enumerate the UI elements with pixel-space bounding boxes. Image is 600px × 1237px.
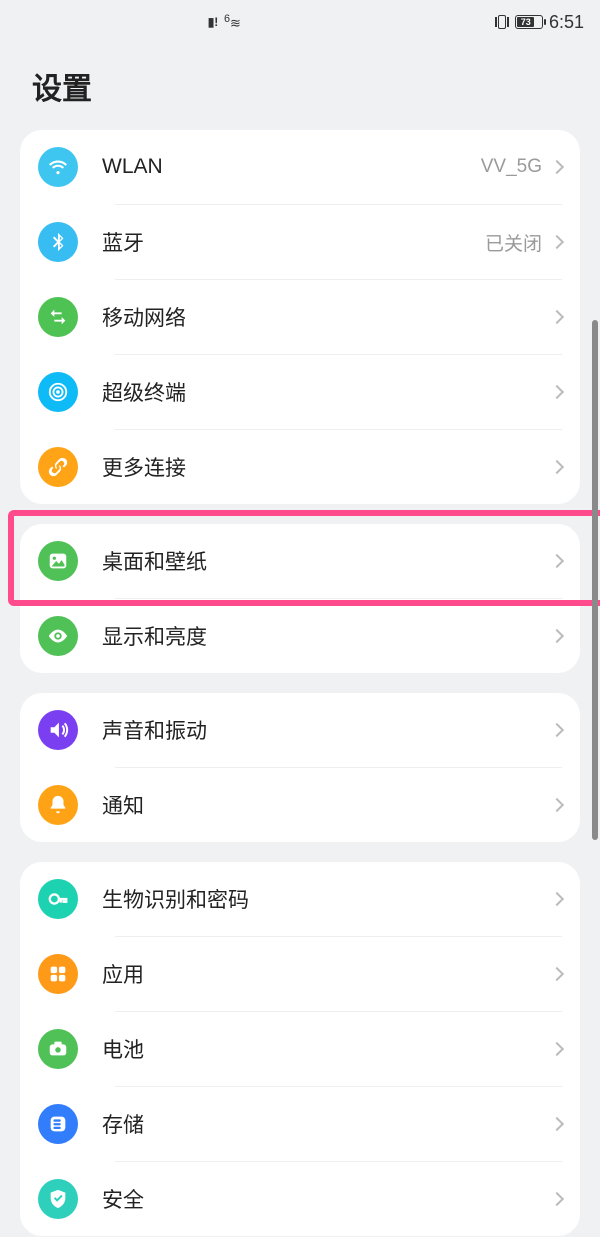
settings-group: WLAN VV_5G 蓝牙 已关闭 移动网络 超级终端 [20,130,580,504]
settings-row-sound-vibration[interactable]: 声音和振动 [20,693,580,767]
scroll-indicator[interactable] [592,320,598,840]
chevron-right-icon [550,385,564,399]
chevron-right-icon [550,967,564,981]
clock: 6:51 [549,12,584,33]
chevron-right-icon [550,629,564,643]
shield-icon [38,1179,78,1219]
settings-row-more-connections[interactable]: 更多连接 [20,430,580,504]
row-label: 桌面和壁纸 [102,546,552,576]
row-label: 生物识别和密码 [102,884,552,914]
chevron-right-icon [550,554,564,568]
grid-icon [38,954,78,994]
row-value: VV_5G [481,156,542,178]
settings-row-biometrics-password[interactable]: 生物识别和密码 [20,862,580,936]
link-icon [38,447,78,487]
row-label: 更多连接 [102,452,552,482]
vibrate-icon [495,15,509,29]
settings-row-home-wallpaper[interactable]: 桌面和壁纸 [20,524,580,598]
row-label: 超级终端 [102,377,552,407]
status-left: ▮! 6≋ [16,13,495,31]
status-right: 73 6:51 [495,12,584,33]
chevron-right-icon [550,1117,564,1131]
page-title: 设置 [32,64,568,108]
settings-group: 生物识别和密码 应用 电池 存储 [20,862,580,1236]
row-label: 电池 [102,1034,552,1064]
stack-icon [38,1104,78,1144]
settings-row-display-brightness[interactable]: 显示和亮度 [20,599,580,673]
chevron-right-icon [550,723,564,737]
speaker-icon [38,710,78,750]
chevron-right-icon [550,235,564,249]
chevron-right-icon [550,310,564,324]
chevron-right-icon [550,160,564,174]
row-value: 已关闭 [485,229,542,256]
settings-row-security[interactable]: 安全 [20,1162,580,1236]
settings-row-mobile-network[interactable]: 移动网络 [20,280,580,354]
camera-icon [38,1029,78,1069]
row-label: 通知 [102,790,552,820]
arrows-icon [38,297,78,337]
settings-row-storage[interactable]: 存储 [20,1087,580,1161]
bluetooth-icon [38,222,78,262]
settings-group: 桌面和壁纸 显示和亮度 [20,524,580,673]
status-bar: ▮! 6≋ 73 6:51 [0,0,600,44]
settings-row-notifications[interactable]: 通知 [20,768,580,842]
row-label: 存储 [102,1109,552,1139]
settings-group: 声音和振动 通知 [20,693,580,842]
bell-icon [38,785,78,825]
settings-row-wlan[interactable]: WLAN VV_5G [20,130,580,204]
settings-row-battery[interactable]: 电池 [20,1012,580,1086]
chevron-right-icon [550,892,564,906]
settings-row-apps[interactable]: 应用 [20,937,580,1011]
sim-alert-icon: ▮! [206,14,220,30]
chevron-right-icon [550,1192,564,1206]
chevron-right-icon [550,460,564,474]
row-label: WLAN [102,155,481,179]
row-label: 声音和振动 [102,715,552,745]
page-header: 设置 [0,44,600,130]
row-label: 蓝牙 [102,227,485,257]
settings-row-bluetooth[interactable]: 蓝牙 已关闭 [20,205,580,279]
row-label: 移动网络 [102,302,552,332]
row-label: 显示和亮度 [102,621,552,651]
row-label: 应用 [102,959,552,989]
settings-list: WLAN VV_5G 蓝牙 已关闭 移动网络 超级终端 [0,130,600,1236]
settings-row-super-device[interactable]: 超级终端 [20,355,580,429]
chevron-right-icon [550,1042,564,1056]
wifi-indicator-icon: 6≋ [224,13,241,31]
target-icon [38,372,78,412]
eye-icon [38,616,78,656]
image-icon [38,541,78,581]
key-icon [38,879,78,919]
battery-icon: 73 [515,15,543,29]
chevron-right-icon [550,798,564,812]
wifi-icon [38,147,78,187]
row-label: 安全 [102,1184,552,1214]
